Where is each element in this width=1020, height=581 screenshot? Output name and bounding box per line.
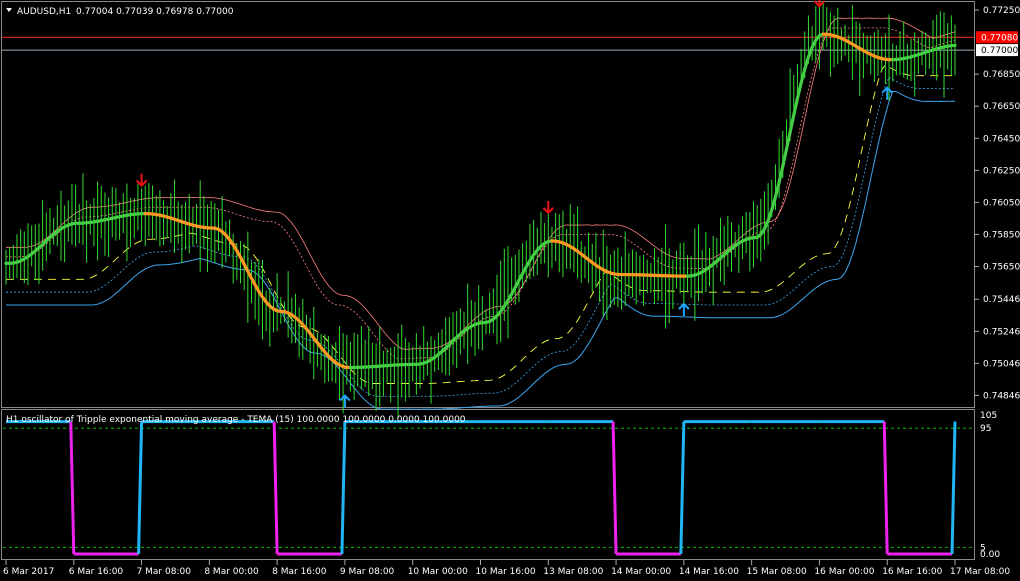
time-tick-label: 7 Mar 08:00 — [137, 567, 192, 577]
price-tick-label: 0.74846 — [983, 391, 1020, 401]
time-tick-label: 13 Mar 08:00 — [543, 567, 603, 577]
time-tick-label: 15 Mar 08:00 — [747, 567, 807, 577]
time-tick-label: 8 Mar 16:00 — [272, 567, 327, 577]
price-tick-label: 0.76650 — [983, 102, 1020, 112]
price-tick-label: 0.77250 — [983, 6, 1020, 16]
oscillator-tick-label: 105 — [980, 411, 997, 421]
price-tick-label: 0.75850 — [983, 230, 1020, 240]
price-tag-label: 0.77080 — [981, 33, 1018, 43]
time-tick-label: 6 Mar 16:00 — [69, 567, 124, 577]
price-tag-label: 0.77000 — [981, 46, 1018, 56]
time-tick-label: 6 Mar 2017 — [3, 567, 54, 577]
chart-background — [0, 0, 1020, 581]
time-tick-label: 14 Mar 00:00 — [611, 567, 671, 577]
time-tick-label: 9 Mar 08:00 — [340, 567, 395, 577]
price-tick-label: 0.75650 — [983, 263, 1020, 273]
price-tick-label: 0.75246 — [983, 327, 1020, 337]
time-tick-label: 10 Mar 16:00 — [476, 567, 536, 577]
time-tick-label: 8 Mar 00:00 — [204, 567, 259, 577]
time-tick-label: 17 Mar 08:00 — [950, 567, 1010, 577]
oscillator-tick-label: 0.00 — [980, 550, 1000, 560]
quote-label: 0.77004 0.77039 0.76978 0.77000 — [76, 7, 234, 17]
chart-canvas[interactable]: AUDUSD,H1 0.77004 0.77039 0.76978 0.7700… — [0, 0, 1020, 581]
price-tick-label: 0.76050 — [983, 198, 1020, 208]
oscillator-tick-label: 95 — [980, 424, 991, 434]
time-tick-label: 16 Mar 16:00 — [882, 567, 942, 577]
price-tick-label: 0.76450 — [983, 134, 1020, 144]
symbol-label: AUDUSD,H1 — [17, 7, 71, 17]
price-tick-label: 0.76250 — [983, 166, 1020, 176]
price-tick-label: 0.75046 — [983, 359, 1020, 369]
oscillator-caption: H1 oscillator of Tripple exponential mov… — [6, 415, 466, 425]
price-tick-label: 0.76850 — [983, 70, 1020, 80]
time-tick-label: 16 Mar 00:00 — [814, 567, 874, 577]
time-tick-label: 14 Mar 16:00 — [679, 567, 739, 577]
price-tick-label: 0.75446 — [983, 295, 1020, 305]
time-tick-label: 10 Mar 00:00 — [408, 567, 468, 577]
